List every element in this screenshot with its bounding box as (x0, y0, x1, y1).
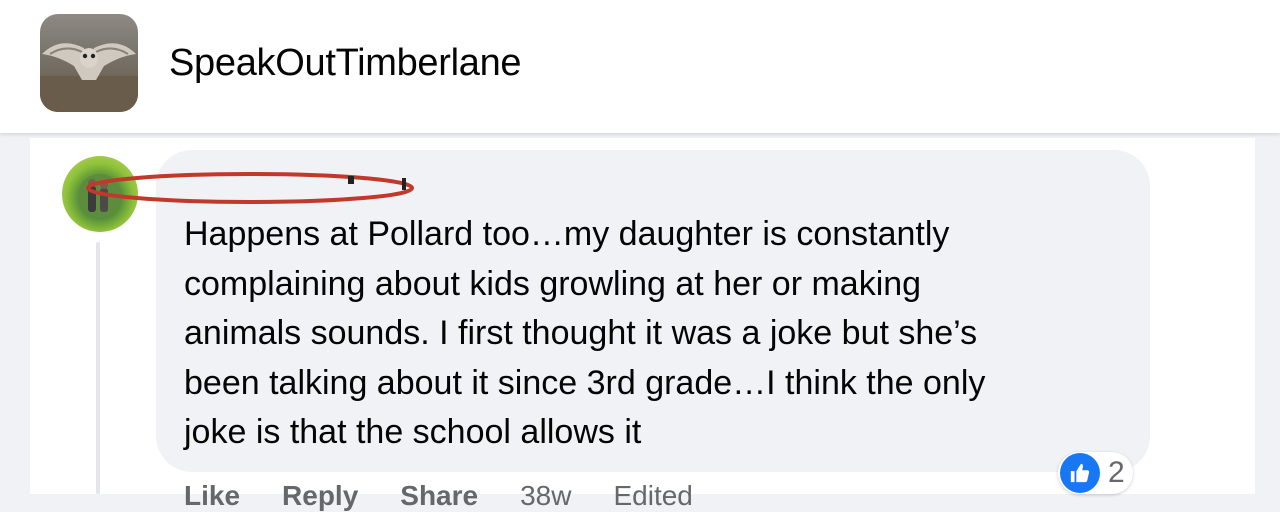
comment-actions: Like Reply Share 38w Edited (184, 480, 693, 511)
reply-button[interactable]: Reply (282, 480, 358, 511)
comment-text: Happens at Pollard too…my daughter is co… (184, 215, 986, 451)
reaction-summary[interactable]: 2 (1058, 452, 1133, 494)
share-button[interactable]: Share (400, 480, 478, 511)
page-header: SpeakOutTimberlane (0, 0, 1280, 133)
comment-timestamp[interactable]: 38w (520, 480, 571, 511)
edited-label[interactable]: Edited (613, 480, 692, 511)
owl-photo-icon (40, 43, 138, 112)
reaction-count: 2 (1108, 456, 1125, 489)
page-avatar[interactable] (40, 14, 138, 112)
thumbs-up-icon (1060, 453, 1100, 493)
redaction-mark (86, 172, 414, 204)
page-name[interactable]: SpeakOutTimberlane (169, 42, 522, 85)
like-button[interactable]: Like (184, 480, 240, 511)
thread-line (96, 242, 100, 494)
